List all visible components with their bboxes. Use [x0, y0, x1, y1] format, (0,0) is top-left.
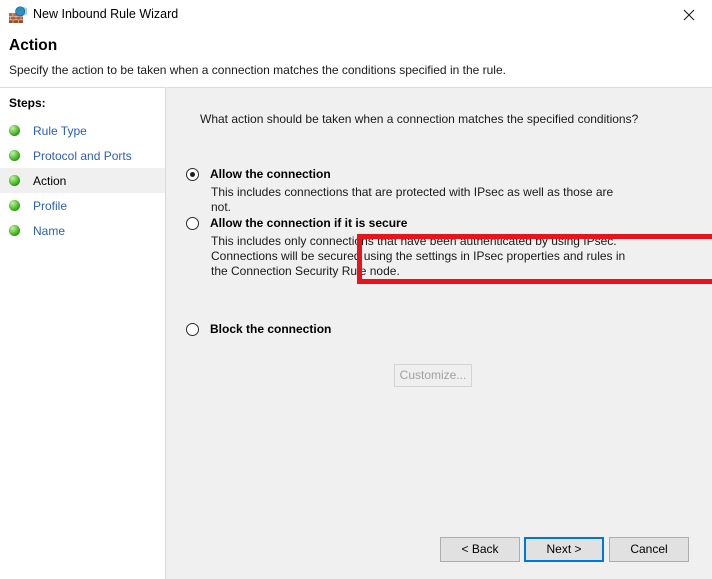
option-label: Allow the connection if it is secure [210, 216, 408, 230]
page-title: Action [9, 37, 58, 54]
sidebar-item-name[interactable]: Name [0, 218, 165, 243]
step-bullet-icon [9, 125, 20, 136]
sidebar-item-rule-type[interactable]: Rule Type [0, 118, 165, 143]
sidebar-item-protocol-and-ports[interactable]: Protocol and Ports [0, 143, 165, 168]
steps-heading: Steps: [9, 96, 46, 110]
option-allow-the-connection[interactable]: Allow the connection This includes conne… [175, 167, 635, 215]
sidebar-item-label: Protocol and Ports [33, 148, 132, 163]
back-button[interactable]: < Back [440, 537, 520, 562]
content-panel: What action should be taken when a conne… [167, 87, 712, 579]
radio-row[interactable]: Block the connection [175, 322, 635, 337]
close-icon[interactable] [666, 0, 712, 30]
option-label: Allow the connection [210, 167, 331, 181]
next-button[interactable]: Next > [524, 537, 604, 562]
firewall-globe-icon [9, 6, 30, 24]
body-area: Steps: Rule Type Protocol and Ports Acti… [0, 87, 712, 579]
step-bullet-icon [9, 225, 20, 236]
customize-button: Customize... [394, 364, 472, 387]
step-bullet-icon [9, 175, 20, 186]
content-inner: What action should be taken when a conne… [175, 94, 704, 518]
sidebar-item-label: Action [33, 173, 67, 188]
sidebar-item-label: Rule Type [33, 123, 87, 138]
radio-row[interactable]: Allow the connection if it is secure [175, 216, 635, 231]
option-allow-if-secure[interactable]: Allow the connection if it is secure Thi… [175, 216, 635, 279]
radio-button-allow[interactable] [186, 168, 199, 181]
sidebar-item-profile[interactable]: Profile [0, 193, 165, 218]
cancel-button[interactable]: Cancel [609, 537, 689, 562]
radio-button-block[interactable] [186, 323, 199, 336]
sidebar-item-action[interactable]: Action [0, 168, 165, 193]
page-subtitle: Specify the action to be taken when a co… [9, 63, 506, 77]
sidebar-item-label: Profile [33, 198, 68, 213]
steps-sidebar: Steps: Rule Type Protocol and Ports Acti… [0, 87, 166, 579]
sidebar-item-label: Name [33, 223, 66, 238]
radio-button-allow-secure[interactable] [186, 217, 199, 230]
step-bullet-icon [9, 150, 20, 161]
option-block-the-connection[interactable]: Block the connection [175, 322, 635, 337]
radio-row[interactable]: Allow the connection [175, 167, 635, 182]
title-bar: New Inbound Rule Wizard [0, 0, 712, 30]
option-label: Block the connection [210, 322, 332, 336]
wizard-window: New Inbound Rule Wizard Action Specify t… [0, 0, 712, 579]
window-title: New Inbound Rule Wizard [33, 7, 179, 21]
step-bullet-icon [9, 200, 20, 211]
option-description: This includes only connections that have… [211, 234, 626, 278]
steps-list: Rule Type Protocol and Ports Action Prof… [0, 118, 165, 243]
page-header: Action Specify the action to be taken wh… [0, 30, 712, 87]
option-description: This includes connections that are prote… [211, 185, 614, 214]
action-question: What action should be taken when a conne… [200, 112, 639, 126]
